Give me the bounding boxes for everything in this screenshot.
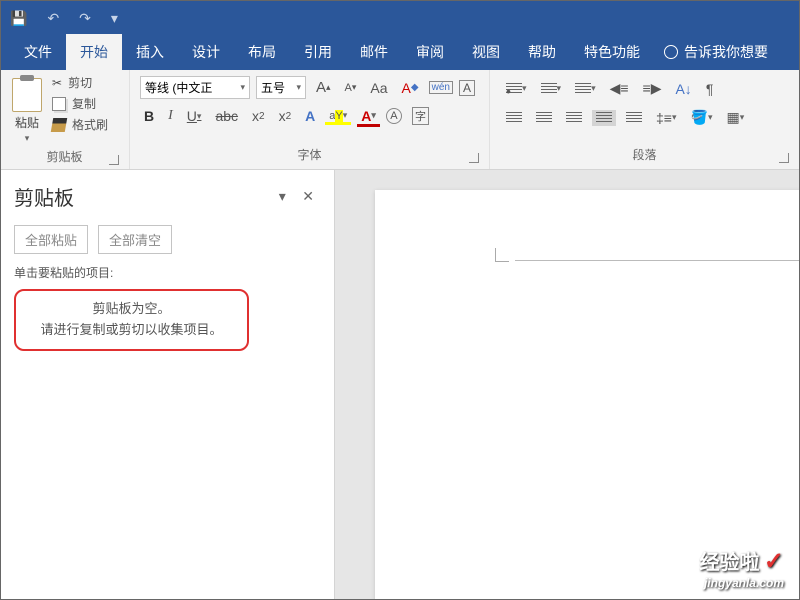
header-underline [515,260,800,261]
paragraph-launcher-icon[interactable] [779,153,789,163]
ribbon: 粘贴 ▾ ✂ 剪切 复制 格式刷 剪贴板 [0,70,800,170]
font-group-label: 字体 [138,146,481,165]
watermark-url: jingyanla.com [699,576,784,590]
increase-indent-button[interactable]: ≡▶ [639,78,666,99]
tab-special[interactable]: 特色功能 [570,34,654,70]
strikethrough-button[interactable]: abc [211,106,242,126]
scissors-icon: ✂ [52,76,62,90]
paste-button[interactable]: 粘贴 ▾ [8,74,46,148]
tab-view[interactable]: 视图 [458,34,514,70]
shading-button[interactable]: 🪣▾ [687,107,717,128]
text-effects-button[interactable]: A [301,106,319,126]
tab-insert[interactable]: 插入 [122,34,178,70]
paste-label: 粘贴 [15,114,39,131]
format-painter-label: 格式刷 [72,116,108,133]
subscript-button[interactable]: x2 [248,106,269,126]
watermark-text: 经验啦 [699,552,759,574]
tab-file[interactable]: 文件 [10,34,66,70]
bold-button[interactable]: B [140,106,158,126]
multilevel-button[interactable]: ▾ [571,81,600,97]
enclose-char-button[interactable]: 字 [408,105,433,127]
brush-icon [51,118,67,132]
clipboard-icon [12,78,42,112]
paste-all-button[interactable]: 全部粘贴 [14,225,88,254]
shrink-font-button[interactable]: A▾ [341,80,361,96]
line-spacing-button[interactable]: ‡≡▾ [652,108,681,128]
pane-prompt: 单击要粘贴的项目: [14,264,320,281]
clipboard-launcher-icon[interactable] [109,155,119,165]
font-color-button[interactable]: A▾ [357,106,380,127]
header-margin-mark [495,248,509,262]
font-group: 等线 (中文正▾ 五号▾ A▴ A▾ Aa A◆ wén A B I U ▾ a… [130,70,490,169]
tab-mailings[interactable]: 邮件 [346,34,402,70]
quick-access-toolbar: 💾 ↶ ↷ ▾ [0,0,800,36]
underline-button[interactable]: U ▾ [183,106,206,126]
font-launcher-icon[interactable] [469,153,479,163]
justify-button[interactable] [592,110,616,126]
cut-label: 剪切 [68,74,92,91]
undo-icon[interactable]: ↶ [47,10,59,27]
tab-home[interactable]: 开始 [66,34,122,70]
change-case-button[interactable]: Aa [366,78,391,98]
superscript-button[interactable]: x2 [275,106,296,126]
format-painter-button[interactable]: 格式刷 [52,116,108,133]
clipboard-group: 粘贴 ▾ ✂ 剪切 复制 格式刷 剪贴板 [0,70,130,169]
check-icon: ✓ [764,548,784,575]
font-size-combo[interactable]: 五号▾ [256,76,306,99]
char-border-button[interactable]: A [459,80,475,96]
empty-clipboard-callout: 剪贴板为空。 请进行复制或剪切以收集项目。 [14,289,249,351]
borders-button[interactable]: ▦▾ [722,107,748,128]
cut-button[interactable]: ✂ 剪切 [52,74,108,91]
tab-design[interactable]: 设计 [178,34,234,70]
copy-label: 复制 [72,95,96,112]
sort-button[interactable]: A↓ [671,79,695,99]
clear-all-button[interactable]: 全部清空 [98,225,172,254]
empty-line1: 剪贴板为空。 [30,299,233,320]
clipboard-group-label: 剪贴板 [8,148,121,167]
char-shading-button[interactable]: A [386,108,402,124]
empty-line2: 请进行复制或剪切以收集项目。 [30,320,233,341]
font-name-combo[interactable]: 等线 (中文正▾ [140,76,250,99]
document-canvas[interactable]: 页眉 [335,170,800,600]
pane-title: 剪贴板 [14,182,74,211]
bullets-button[interactable]: ▾ [502,81,531,97]
paragraph-group: ▾ ▾ ▾ ◀≡ ≡▶ A↓ ¶ ‡≡▾ 🪣▾ ▦▾ 段落 [490,70,800,169]
save-icon[interactable]: 💾 [10,10,27,27]
decrease-indent-button[interactable]: ◀≡ [606,78,633,99]
pane-options-icon[interactable]: ▾ [273,188,292,204]
document-page[interactable]: 页眉 [375,190,800,600]
phonetic-guide-button[interactable]: wén [429,81,453,94]
clear-format-button[interactable]: A◆ [398,78,423,98]
lightbulb-icon [664,45,678,59]
redo-icon[interactable]: ↷ [79,10,91,27]
paragraph-group-label: 段落 [498,146,791,165]
align-center-button[interactable] [532,110,556,126]
tab-references[interactable]: 引用 [290,34,346,70]
copy-button[interactable]: 复制 [52,95,108,112]
tab-layout[interactable]: 布局 [234,34,290,70]
align-left-button[interactable] [502,110,526,126]
numbering-button[interactable]: ▾ [537,81,566,97]
tell-me-search[interactable]: 告诉我你想要 [654,34,778,70]
tab-review[interactable]: 审阅 [402,34,458,70]
align-right-button[interactable] [562,110,586,126]
workspace: 剪贴板 ▾ ✕ 全部粘贴 全部清空 单击要粘贴的项目: 剪贴板为空。 请进行复制… [0,170,800,600]
close-icon[interactable]: ✕ [296,188,320,204]
qat-more-icon[interactable]: ▾ [111,10,118,27]
ribbon-tabs: 文件 开始 插入 设计 布局 引用 邮件 审阅 视图 帮助 特色功能 告诉我你想… [0,36,800,70]
tell-me-label: 告诉我你想要 [684,42,768,62]
show-marks-button[interactable]: ¶ [702,79,718,99]
copy-icon [52,97,66,111]
chevron-down-icon: ▾ [25,133,30,144]
tab-help[interactable]: 帮助 [514,34,570,70]
italic-button[interactable]: I [164,106,177,126]
highlight-button[interactable]: aY▾ [325,108,351,125]
distribute-button[interactable] [622,110,646,126]
watermark: 经验啦 ✓ jingyanla.com [699,546,784,590]
clipboard-pane: 剪贴板 ▾ ✕ 全部粘贴 全部清空 单击要粘贴的项目: 剪贴板为空。 请进行复制… [0,170,335,600]
grow-font-button[interactable]: A▴ [312,77,335,98]
